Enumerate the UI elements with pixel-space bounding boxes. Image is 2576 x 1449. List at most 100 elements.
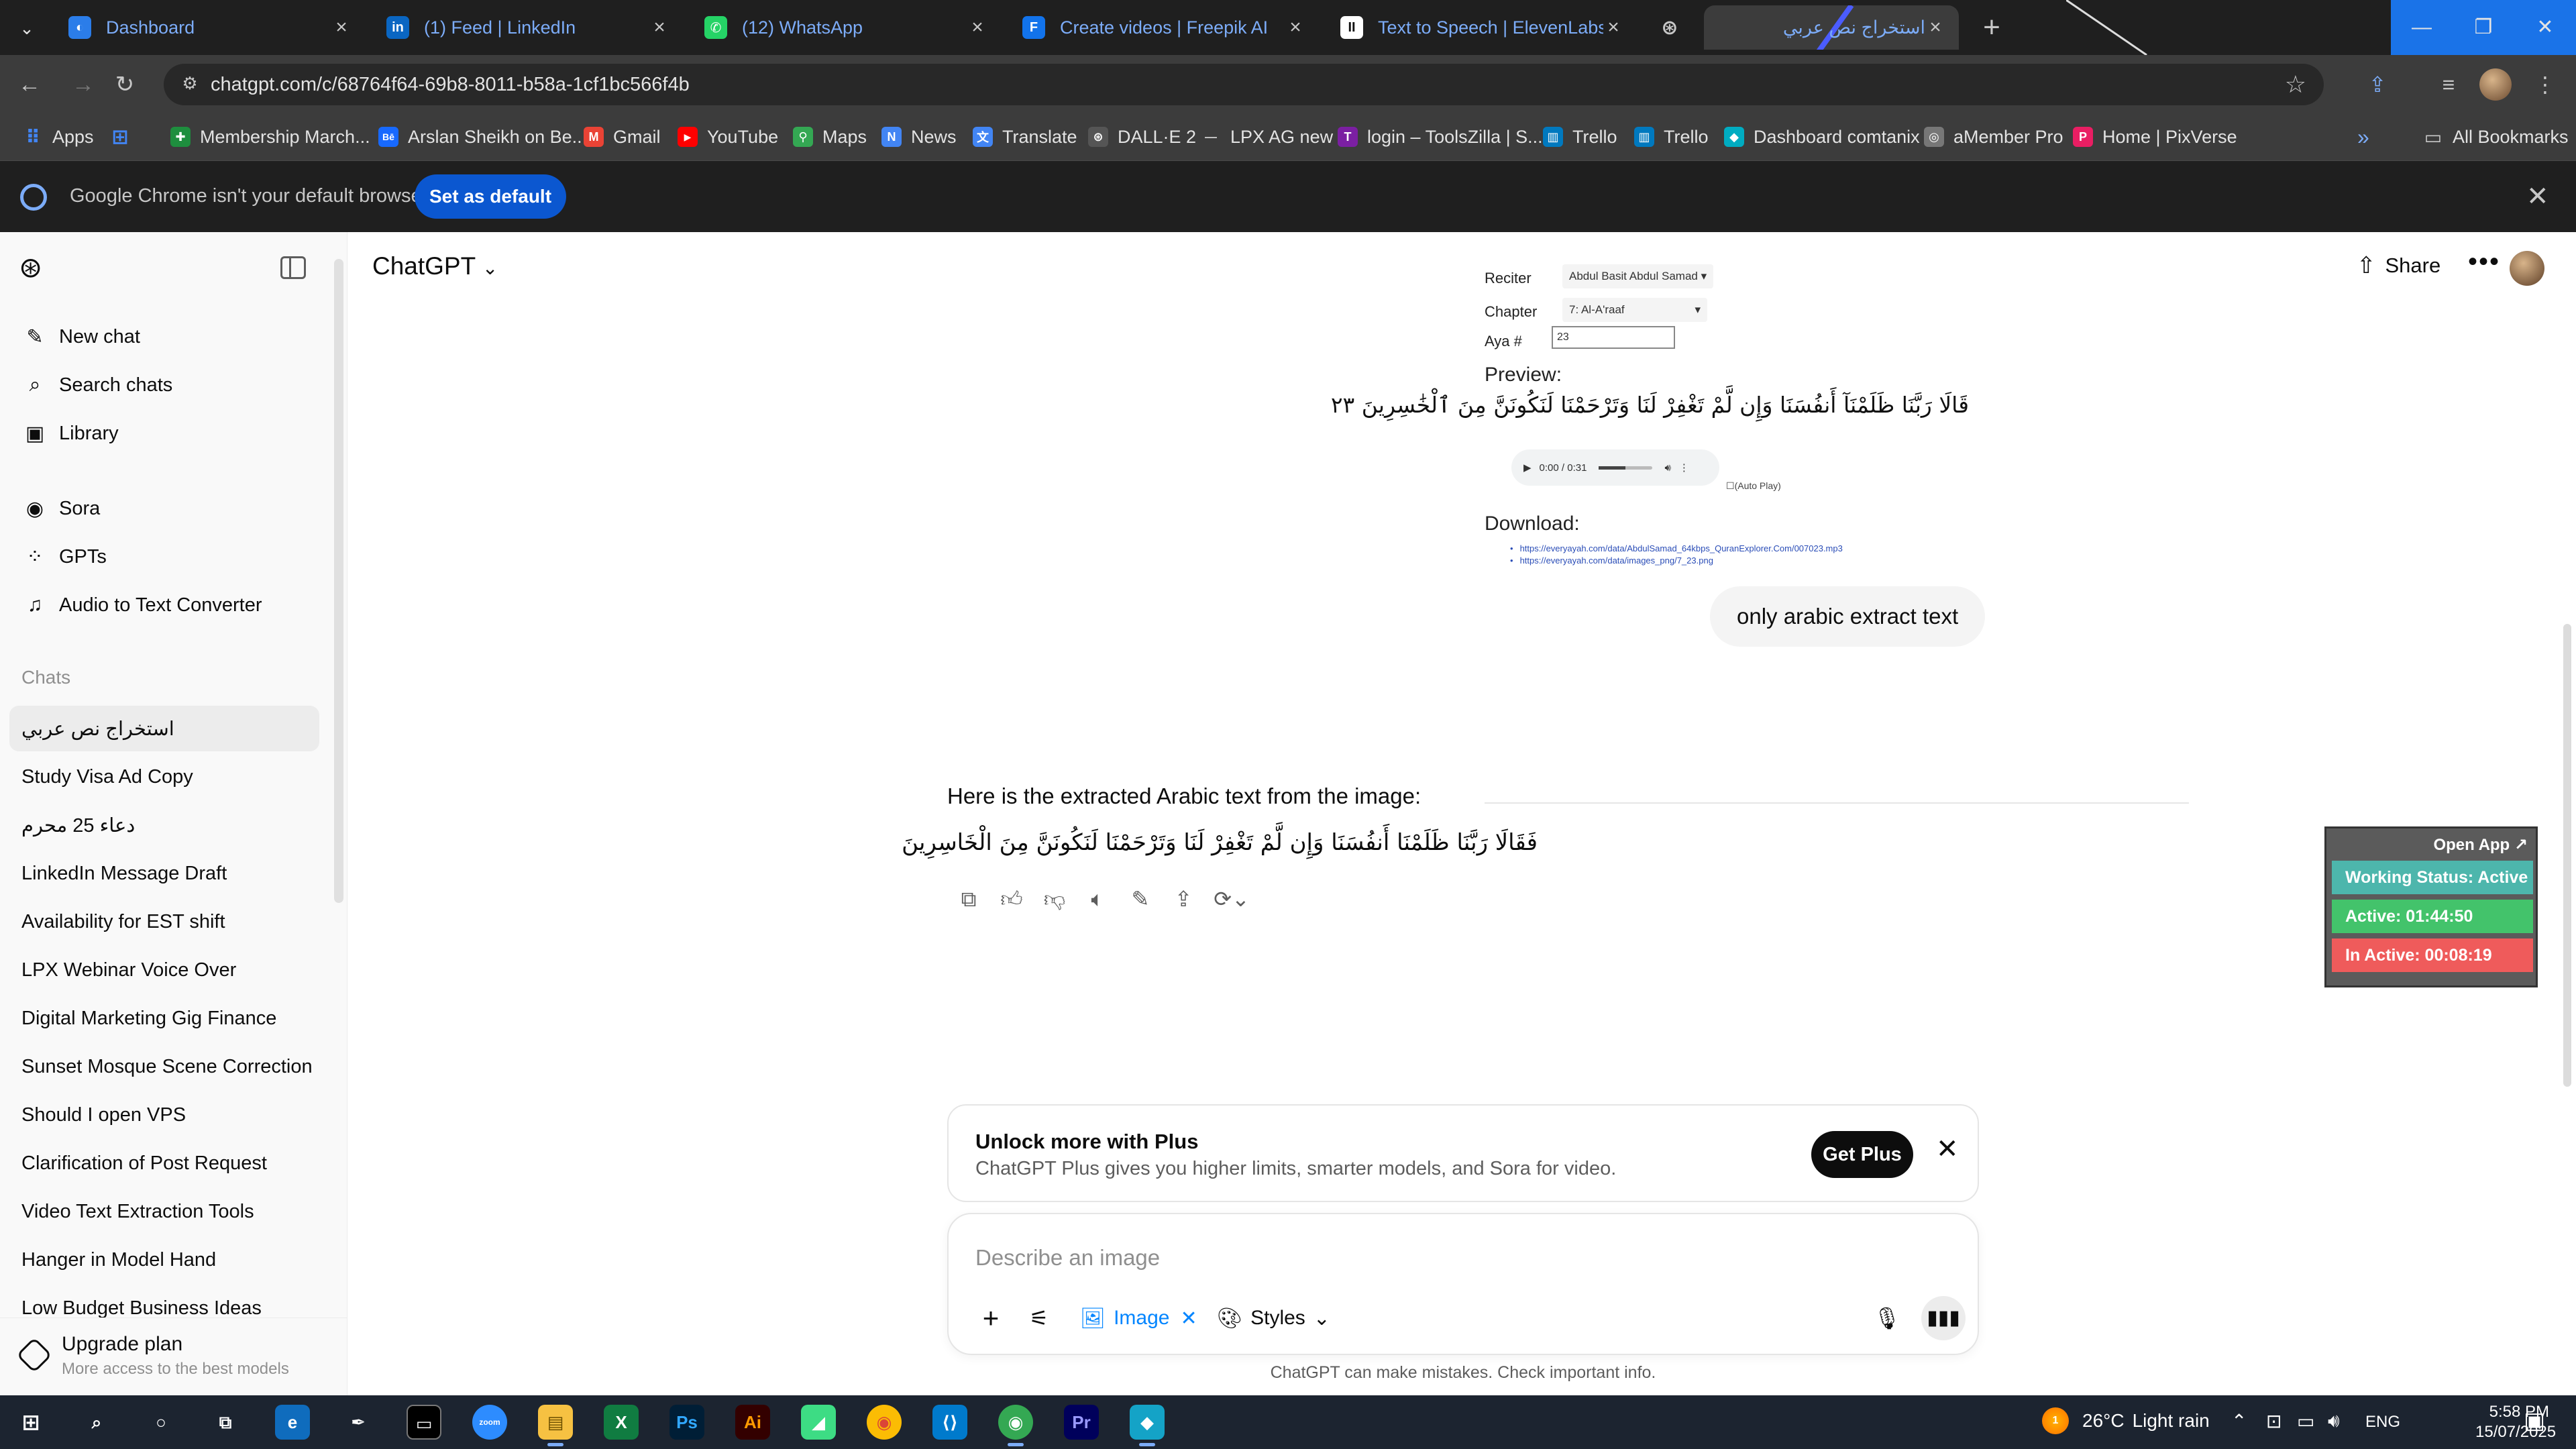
copy-icon[interactable]: ⧉	[947, 881, 990, 916]
bookmark-comtanix[interactable]: ◆ Dashboard comtanix	[1724, 122, 1920, 152]
bookmark-amember[interactable]: ◎ aMember Pro	[1924, 122, 2063, 152]
thumbs-down-icon[interactable]: 👎︎	[1033, 881, 1076, 916]
chat-item[interactable]: Digital Marketing Gig Finance	[9, 996, 319, 1041]
microphone-icon[interactable]: 🎙︎	[1869, 1300, 1905, 1336]
more-options-icon[interactable]: •••	[2468, 247, 2500, 277]
bookmark-behance[interactable]: Bē Arslan Sheikh on Be...	[378, 122, 587, 152]
tab-close-icon[interactable]: ×	[1603, 16, 1623, 39]
add-attachment-icon[interactable]: +	[973, 1300, 1009, 1336]
bookmark-news[interactable]: N News	[881, 122, 957, 152]
all-bookmarks[interactable]: ▭ All Bookmarks	[2423, 122, 2569, 152]
chrome-active-icon[interactable]: ◉	[998, 1405, 1033, 1446]
volume-icon[interactable]: 🔊︎	[2328, 1410, 2340, 1432]
tray-chevron-icon[interactable]: ⌃	[2231, 1410, 2247, 1432]
voice-mode-icon[interactable]: ▮▮▮	[1921, 1296, 1966, 1340]
chat-item[interactable]: Availability for EST shift	[9, 899, 319, 945]
zoom-icon[interactable]: zoom	[472, 1405, 507, 1440]
chrome-icon[interactable]: ◉	[867, 1405, 902, 1440]
vscode-icon[interactable]: ⟨⟩	[932, 1405, 967, 1440]
bookmark-gmail[interactable]: M Gmail	[584, 122, 661, 152]
tools-sliders-icon[interactable]: ⚟	[1021, 1300, 1057, 1336]
sidebar-sora[interactable]: ◉ Sora	[9, 486, 319, 531]
forward-arrow-icon[interactable]: →	[66, 67, 101, 102]
remove-image-tool-icon[interactable]: ✕	[1180, 1307, 1197, 1330]
promo-close-icon[interactable]: ✕	[1936, 1134, 1959, 1165]
file-explorer-icon[interactable]: ▤	[538, 1405, 573, 1446]
url-text[interactable]: chatgpt.com/c/68764f64-69b8-8011-b58a-1c…	[211, 74, 690, 96]
tab-close-icon[interactable]: ×	[1925, 16, 1945, 39]
bookmark-trello-1[interactable]: ▥ Trello	[1543, 122, 1617, 152]
bookmark-maps[interactable]: ⚲ Maps	[793, 122, 867, 152]
green-app-icon[interactable]: ◢	[801, 1405, 836, 1440]
illustrator-icon[interactable]: Ai	[735, 1405, 770, 1440]
sidebar-gpts[interactable]: ⁘ GPTs	[9, 534, 319, 580]
sidebar-audio-to-text[interactable]: ♫ Audio to Text Converter	[9, 582, 319, 628]
bookmark-trello-2[interactable]: ▥ Trello	[1634, 122, 1709, 152]
chat-item[interactable]: Should I open VPS	[9, 1092, 319, 1138]
sidebar-library[interactable]: ▣ Library	[9, 411, 319, 456]
minimize-icon[interactable]: —	[2391, 0, 2453, 55]
sidebar-search-chats[interactable]: ⌕ Search chats	[9, 362, 319, 408]
bookmark-star-icon[interactable]: ☆	[2285, 70, 2306, 99]
chrome-menu-icon[interactable]: ⋮	[2528, 67, 2563, 102]
chat-item[interactable]: LinkedIn Message Draft	[9, 851, 319, 896]
chat-item[interactable]: Clarification of Post Request	[9, 1140, 319, 1186]
close-window-icon[interactable]: ✕	[2514, 0, 2576, 55]
infobar-close-icon[interactable]: ✕	[2526, 181, 2549, 212]
windows-start-icon[interactable]: ⊞	[13, 1405, 48, 1440]
network-vpn-icon[interactable]: ⊡	[2266, 1410, 2282, 1432]
bookmark-toolszilla[interactable]: Tlogin – ToolsZilla | S...	[1338, 122, 1543, 152]
new-tab-plus-icon[interactable]: +	[1975, 11, 2008, 44]
share-upload-icon[interactable]: ⇪	[1162, 881, 1205, 916]
tab-active-arabic[interactable]: استخراج نص عربي ×	[1704, 5, 1959, 50]
main-scrollbar[interactable]	[2563, 624, 2571, 1087]
chat-item[interactable]: Sunset Mosque Scene Correction	[9, 1044, 319, 1089]
regenerate-icon[interactable]: ⟳⌄	[1205, 881, 1258, 916]
chat-item[interactable]: Video Text Extraction Tools	[9, 1189, 319, 1234]
weather-widget[interactable]: 1 26°C Light rain	[2042, 1407, 2210, 1434]
excel-icon[interactable]: X	[604, 1405, 639, 1440]
bookmark-apps[interactable]: ⠿ Apps	[23, 122, 93, 152]
tab-close-icon[interactable]: ×	[1285, 16, 1305, 39]
premiere-icon[interactable]: Pr	[1064, 1405, 1099, 1440]
wifi-icon[interactable]: ▭	[2297, 1410, 2314, 1432]
omnibox[interactable]: ⚙ chatgpt.com/c/68764f64-69b8-8011-b58a-…	[164, 64, 2324, 105]
bookmark-dalle[interactable]: ⊛ DALL·E 2	[1088, 122, 1196, 152]
app-diamond-icon[interactable]: ◆	[1130, 1405, 1165, 1446]
tab-chatgpt-pinned[interactable]: ⊛	[1645, 5, 1699, 50]
tab-elevenlabs[interactable]: II Text to Speech | ElevenLabs ×	[1327, 5, 1637, 50]
chat-item[interactable]: Hanger in Model Hand	[9, 1237, 319, 1283]
tab-close-icon[interactable]: ×	[331, 16, 352, 39]
chat-item[interactable]: Study Visa Ad Copy	[9, 754, 319, 800]
read-aloud-icon[interactable]: 🔈︎	[1076, 881, 1119, 916]
bookmark-membership[interactable]: ✚ Membership March...	[170, 122, 370, 152]
reload-icon[interactable]: ↻	[107, 67, 142, 102]
media-control-icon[interactable]: ≡	[2431, 67, 2466, 102]
sidebar-toggle-icon[interactable]	[280, 256, 306, 279]
edit-pen-icon[interactable]: ✎	[1119, 881, 1162, 916]
set-as-default-button[interactable]: Set as default	[415, 174, 566, 219]
bookmark-translate[interactable]: 文 Translate	[973, 122, 1077, 152]
styles-dropdown[interactable]: 🎨︎ Styles ⌄	[1217, 1300, 1330, 1336]
tab-freepik[interactable]: F Create videos | Freepik AI ×	[1009, 5, 1319, 50]
bookmark-lpx[interactable]: — LPX AG new	[1201, 122, 1333, 152]
site-info-icon[interactable]: ⚙	[178, 73, 201, 96]
sidebar-scrollbar[interactable]	[334, 259, 343, 903]
photoshop-icon[interactable]: Ps	[669, 1405, 704, 1440]
chat-item[interactable]: دعاء 25 محرم	[9, 802, 319, 848]
image-tool-chip[interactable]: 🖼︎ Image ✕	[1080, 1300, 1197, 1336]
restore-icon[interactable]: ❐	[2453, 0, 2514, 55]
notifications-icon[interactable]: ▣	[2524, 1407, 2545, 1434]
bookmarks-overflow-chevron-icon[interactable]: »	[2357, 122, 2369, 152]
tab-whatsapp[interactable]: ✆ (12) WhatsApp ×	[691, 5, 1001, 50]
pen-tool-icon[interactable]: ✒	[341, 1405, 376, 1440]
upgrade-plan[interactable]: Upgrade plan More access to the best mod…	[0, 1318, 347, 1395]
tab-search-chevron-icon[interactable]: ⌄	[12, 13, 42, 43]
cortana-icon[interactable]: ○	[144, 1405, 178, 1440]
user-avatar[interactable]	[2510, 251, 2544, 286]
tab-close-icon[interactable]: ×	[649, 16, 669, 39]
prompt-input[interactable]	[975, 1241, 1847, 1275]
get-plus-button[interactable]: Get Plus	[1811, 1131, 1913, 1178]
share-button[interactable]: ⇧ Share	[2357, 252, 2440, 279]
bookmark-grid[interactable]: ⊞	[110, 122, 140, 152]
